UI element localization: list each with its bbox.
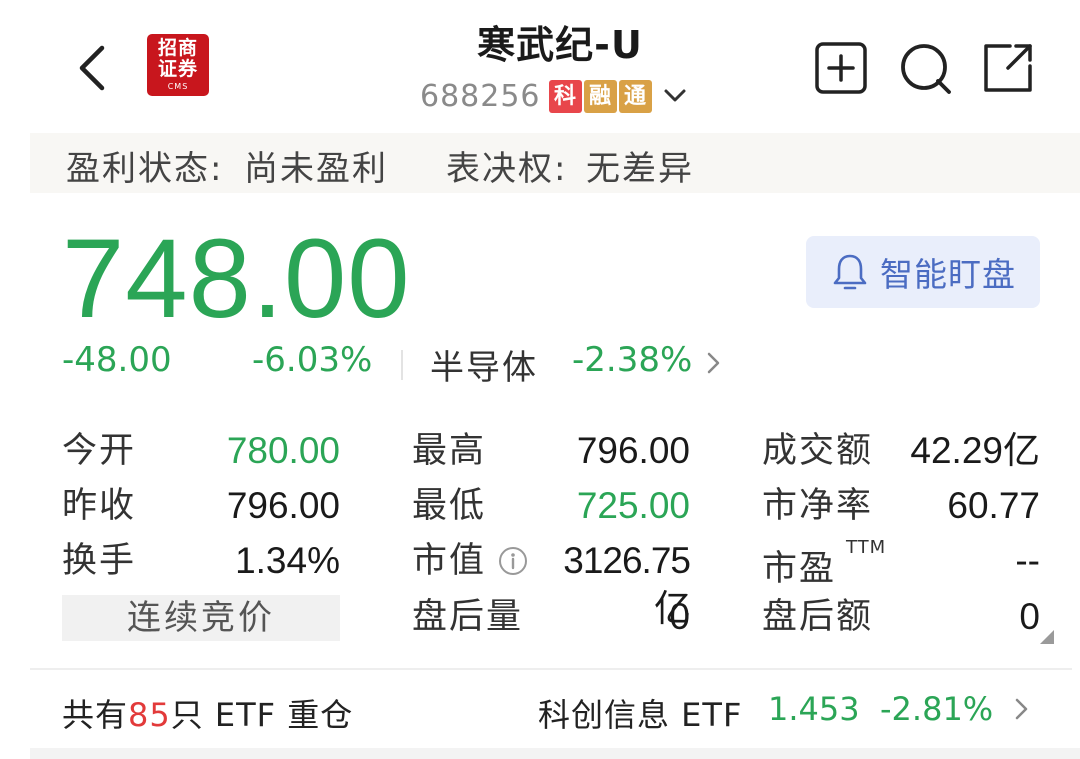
back-icon[interactable]: [66, 40, 122, 96]
low-label: 最低: [412, 486, 487, 526]
etf-count: 85: [128, 696, 171, 734]
high-value: 796.00: [576, 430, 690, 471]
pb-ratio-value: 60.77: [947, 485, 1040, 526]
stock-code: 688256: [420, 78, 541, 114]
pb-ratio-label: 市净率: [762, 486, 874, 526]
pe-ratio-value: --: [1015, 540, 1040, 581]
after-hours-volume-value: 0: [669, 596, 690, 637]
open-value: 780.00: [226, 430, 340, 471]
etf-suffix: 只 ETF 重仓: [170, 696, 354, 734]
pe-ratio-label: 市盈: [762, 549, 837, 589]
info-icon[interactable]: [497, 545, 529, 577]
amount-label: 成交额: [762, 431, 874, 471]
chevron-right-icon[interactable]: [1012, 696, 1032, 722]
smart-watch-label: 智能盯盘: [880, 255, 1016, 294]
divider: [401, 350, 403, 380]
open-label: 今开: [62, 431, 137, 471]
search-icon[interactable]: [897, 40, 953, 96]
prev-close-label: 昨收: [62, 486, 137, 526]
after-hours-amount-label: 盘后额: [762, 597, 874, 637]
market-cap-label: 市值: [412, 541, 487, 581]
connect-badge: 通: [618, 79, 652, 113]
add-watchlist-icon[interactable]: [813, 40, 869, 96]
margin-badge: 融: [583, 79, 617, 113]
low-value: 725.00: [576, 485, 690, 526]
voting-rights-value: 无差异: [586, 149, 694, 189]
section-divider: [30, 668, 1072, 670]
section-separator: [30, 748, 1080, 759]
etf-change-percent: -2.81%: [880, 690, 994, 728]
stock-name: 寒武纪-U: [477, 23, 643, 67]
price-change-row: -48.00 -6.03% 半导体 -2.38%: [0, 336, 1080, 388]
share-icon[interactable]: [980, 40, 1036, 96]
chevron-down-icon[interactable]: [660, 81, 690, 111]
etf-name: 科创信息 ETF: [538, 696, 743, 734]
trading-session-badge: 连续竞价: [62, 595, 340, 641]
smart-watch-button[interactable]: 智能盯盘: [806, 236, 1040, 308]
price-change: -48.00: [62, 340, 172, 380]
sector-change-percent: -2.38%: [572, 340, 693, 380]
high-label: 最高: [412, 431, 487, 471]
after-hours-amount-value: 0: [1019, 596, 1040, 637]
expand-corner-icon[interactable]: [1040, 630, 1054, 644]
price-change-percent: -6.03%: [252, 340, 373, 380]
star-market-badge: 科: [548, 79, 582, 113]
etf-holdings-row[interactable]: 共有85只 ETF 重仓 科创信息 ETF 1.453 -2.81%: [0, 680, 1080, 740]
stock-code-row: 688256 科 融 通: [420, 76, 690, 116]
after-hours-volume-label: 盘后量: [412, 597, 524, 637]
etf-prefix: 共有: [62, 696, 129, 734]
prev-close-value: 796.00: [226, 485, 340, 526]
etf-holdings-summary: 共有85只 ETF 重仓: [62, 690, 353, 736]
broker-logo: 招商 证券 CMS: [147, 34, 209, 96]
profit-status-bar: 盈利状态: 尚未盈利 表决权: 无差异: [30, 133, 1080, 193]
turnover-value: 1.34%: [235, 540, 340, 581]
top-bar: 招商 证券 CMS 寒武纪-U 688256 科 融 通: [0, 0, 1080, 128]
voting-rights-label: 表决权:: [446, 149, 568, 189]
etf-price: 1.453: [768, 690, 860, 728]
bell-icon: [833, 254, 867, 290]
profit-status-value: 尚未盈利: [244, 149, 388, 189]
turnover-label: 换手: [62, 541, 137, 581]
profit-status-label: 盈利状态:: [66, 149, 224, 189]
current-price: 748.00: [62, 216, 411, 341]
sector-name[interactable]: 半导体: [430, 340, 538, 389]
chevron-right-icon[interactable]: [704, 350, 724, 376]
amount-value: 42.29亿: [910, 430, 1040, 471]
market-cap-value: 3126.75亿: [563, 540, 691, 629]
